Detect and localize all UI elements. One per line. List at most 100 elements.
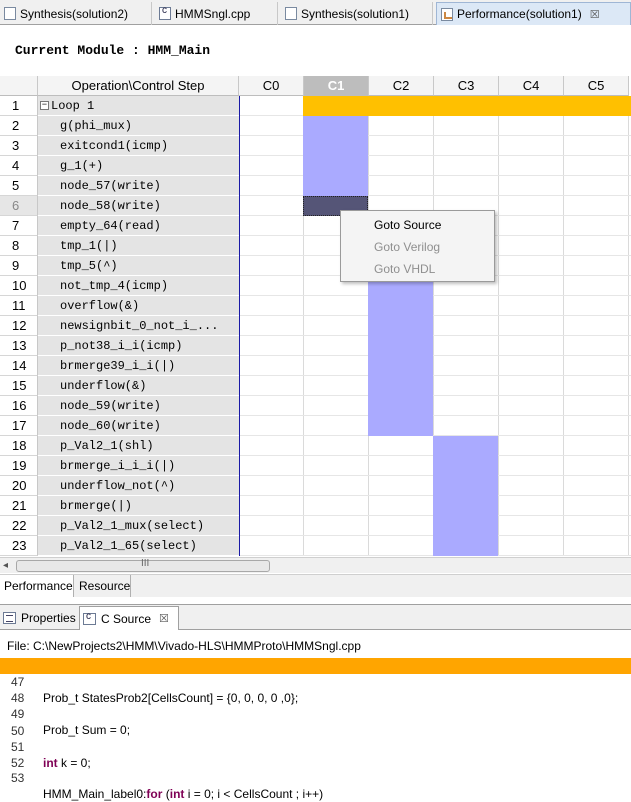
operation-cell[interactable]: overflow(&) (38, 296, 239, 316)
tab-c-source[interactable]: C Source ☒ (79, 606, 179, 630)
horizontal-scrollbar[interactable]: ◂ III (0, 557, 631, 573)
scrollbar-thumb[interactable]: III (16, 558, 270, 572)
row-number: 7 (0, 216, 38, 236)
operation-cell[interactable]: g(phi_mux) (38, 116, 239, 136)
operation-label: node_60(write) (60, 419, 161, 433)
row-number: 3 (0, 136, 38, 156)
operation-cell[interactable]: node_57(write) (38, 176, 239, 196)
context-menu: Goto Source Goto Verilog Goto VHDL (340, 210, 495, 282)
operation-label: g(phi_mux) (60, 119, 133, 133)
operation-cell[interactable]: tmp_5(^) (38, 256, 239, 276)
keyword: int (169, 787, 185, 801)
code-line[interactable]: 51 int k = 0; (0, 723, 631, 770)
tab-synthesis-solution1[interactable]: Synthesis(solution1) (281, 2, 433, 25)
goto-source-menu-item[interactable]: Goto Source (341, 214, 494, 236)
operation-cell[interactable]: underflow(&) (38, 376, 239, 396)
loop-span-bar[interactable] (303, 96, 631, 116)
operation-cell[interactable]: node_60(write) (38, 416, 239, 436)
collapse-icon[interactable]: − (40, 101, 49, 110)
row-number: 13 (0, 336, 38, 356)
close-icon[interactable]: ☒ (590, 8, 600, 21)
row-number: 20 (0, 476, 38, 496)
code-text: HMM_Main_label0:for (int i = 0; i < Cell… (43, 786, 323, 802)
operation-cell[interactable]: g_1(+) (38, 156, 239, 176)
tab-label: Synthesis(solution2) (20, 6, 129, 21)
column-header[interactable]: C2 (369, 76, 434, 96)
keyword: for (146, 787, 163, 801)
line-number: 53 (11, 771, 25, 785)
column-header[interactable]: C1 (304, 76, 369, 96)
grid-line (239, 375, 631, 376)
scroll-left-icon[interactable]: ◂ (3, 560, 8, 571)
operation-label: underflow(&) (60, 379, 147, 393)
operation-label: p_Val2_1_mux(select) (60, 519, 205, 533)
close-icon[interactable]: ☒ (159, 612, 169, 625)
row-number: 23 (0, 536, 38, 556)
code-line[interactable]: 50 (0, 707, 631, 738)
operation-cell[interactable]: tmp_1(|) (38, 236, 239, 256)
operation-cell[interactable]: brmerge(|) (38, 496, 239, 516)
code-line[interactable]: 47 Prob_t StatesProb2[CellsCount] = {0, … (0, 658, 631, 705)
operation-label: node_58(write) (60, 199, 161, 213)
code-line[interactable]: 49 Prob_t Sum = 0; (0, 690, 631, 737)
grid-line (239, 395, 631, 396)
row-number: 21 (0, 496, 38, 516)
goto-vhdl-menu-item: Goto VHDL (374, 262, 436, 276)
column-header[interactable]: C5 (564, 76, 629, 96)
operation-cell[interactable]: p_not38_i_i(icmp) (38, 336, 239, 356)
code-fragment: HMM_Main_label0: (43, 787, 147, 801)
operation-bar[interactable] (433, 436, 498, 556)
row-number: 18 (0, 436, 38, 456)
divider-line (239, 96, 240, 556)
operation-cell[interactable]: p_Val2_1_mux(select) (38, 516, 239, 536)
row-number: 14 (0, 356, 38, 376)
report-icon (4, 7, 16, 20)
operation-cell[interactable]: exitcond1(icmp) (38, 136, 239, 156)
row-number: 11 (0, 296, 38, 316)
column-header[interactable]: C3 (434, 76, 499, 96)
tab-hmmsngl-cpp[interactable]: HMMSngl.cpp (155, 2, 278, 25)
operation-cell[interactable]: node_58(write) (38, 196, 239, 216)
operation-cell[interactable]: brmerge_i_i_i(|) (38, 456, 239, 476)
operation-cell[interactable]: p_Val2_1(shl) (38, 436, 239, 456)
operation-cell[interactable]: node_59(write) (38, 396, 239, 416)
view-tab-bar: Performance Resource (0, 574, 631, 597)
grid-line (628, 96, 629, 556)
c-file-icon (83, 611, 96, 625)
row-number: 6 (0, 196, 38, 216)
code-line[interactable]: 52 (0, 739, 631, 770)
operation-bar[interactable] (303, 116, 368, 196)
row-number-header (0, 76, 38, 96)
editor-tab-bar: Synthesis(solution2) HMMSngl.cpp Synthes… (0, 0, 631, 25)
tab-properties[interactable]: Properties (0, 606, 76, 630)
operation-cell[interactable]: newsignbit_0_not_i_... (38, 316, 239, 336)
goto-verilog-menu-item: Goto Verilog (374, 240, 441, 254)
loop-row[interactable]: − Loop 1 (38, 96, 239, 116)
grid-line (239, 335, 631, 336)
grid-line (239, 135, 631, 136)
operation-label: overflow(&) (60, 299, 140, 313)
code-line[interactable]: 48 (0, 674, 631, 705)
tab-resource[interactable]: Resource (75, 575, 131, 597)
operation-label: p_Val2_1_65(select) (60, 539, 197, 553)
operation-column-header[interactable]: Operation\Control Step (38, 76, 239, 96)
column-header[interactable]: C0 (239, 76, 304, 96)
grid-line (239, 315, 631, 316)
operation-label: p_Val2_1(shl) (60, 439, 154, 453)
operation-label: brmerge(|) (60, 499, 133, 513)
tab-performance-solution1[interactable]: Performance(solution1) ☒ (436, 2, 631, 25)
report-icon (285, 7, 297, 20)
row-number: 4 (0, 156, 38, 176)
operation-cell[interactable]: brmerge39_i_i(|) (38, 356, 239, 376)
operation-cell[interactable]: empty_64(read) (38, 216, 239, 236)
operation-cell[interactable]: p_Val2_1_65(select) (38, 536, 239, 556)
operation-cell[interactable]: not_tmp_4(icmp) (38, 276, 239, 296)
tab-synthesis-solution2[interactable]: Synthesis(solution2) (0, 2, 152, 25)
column-header[interactable]: C4 (499, 76, 564, 96)
c-file-icon (159, 5, 171, 20)
tab-performance[interactable]: Performance (0, 575, 74, 597)
code-fragment: ( (162, 787, 170, 801)
tab-label: C Source (101, 611, 152, 626)
current-module-label: Current Module : HMM_Main (15, 43, 211, 58)
operation-cell[interactable]: underflow_not(^) (38, 476, 239, 496)
